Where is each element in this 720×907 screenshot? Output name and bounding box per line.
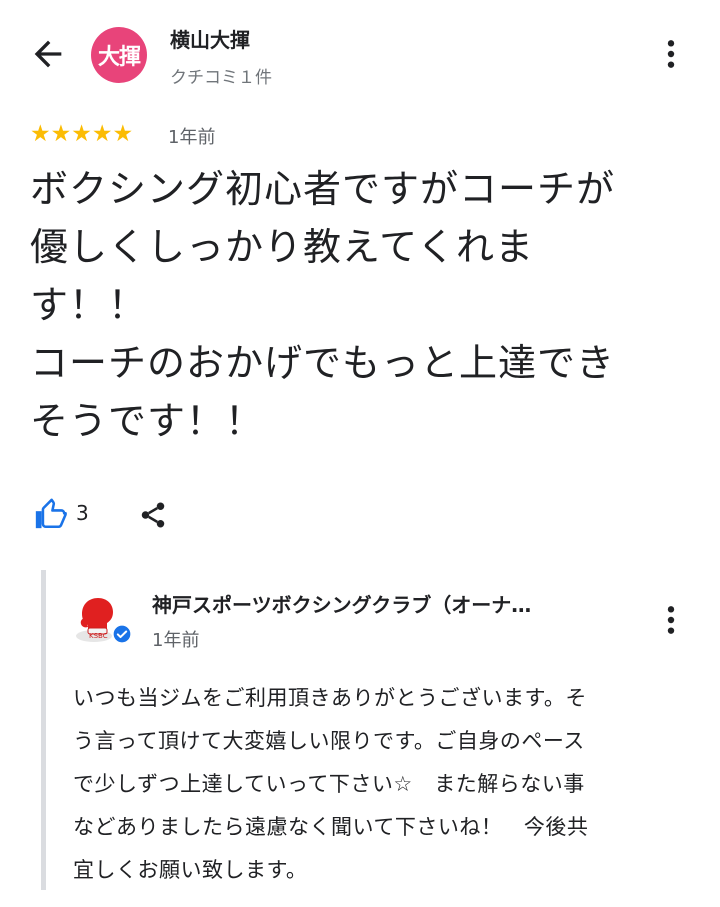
verified-badge-icon [112,624,132,644]
star-rating: ★★★★★ [30,121,134,147]
more-options-icon[interactable] [655,34,687,74]
back-arrow-icon[interactable] [28,34,68,74]
share-icon[interactable] [138,499,168,531]
owner-reply-text: いつも当ジムをご利用頂きありがとうございます。そ う言って頂けて大変嬉しい限りで… [73,686,589,882]
reply-more-options-icon[interactable] [655,600,687,640]
owner-reply-date: 1年前 [152,630,200,651]
like-count: 3 [76,501,89,525]
reply-divider-bar [41,570,46,890]
svg-text:KSBC: KSBC [89,632,108,640]
avatar[interactable]: 大揮 [91,27,147,83]
review-date: 1年前 [168,127,216,148]
reviewer-name[interactable]: 横山大揮 [170,24,250,53]
avatar-initials: 大揮 [97,45,141,70]
review-text: ボクシング初心者ですがコーチが 優しくしっかり教えてくれま す！！ コーチのおか… [30,167,616,443]
owner-name[interactable]: 神戸スポーツボクシングクラブ（オーナ… [152,589,632,618]
owner-avatar[interactable]: KSBC [72,592,132,644]
reviewer-review-count: クチコミ１件 [170,68,272,88]
thumb-up-icon[interactable] [33,497,67,531]
